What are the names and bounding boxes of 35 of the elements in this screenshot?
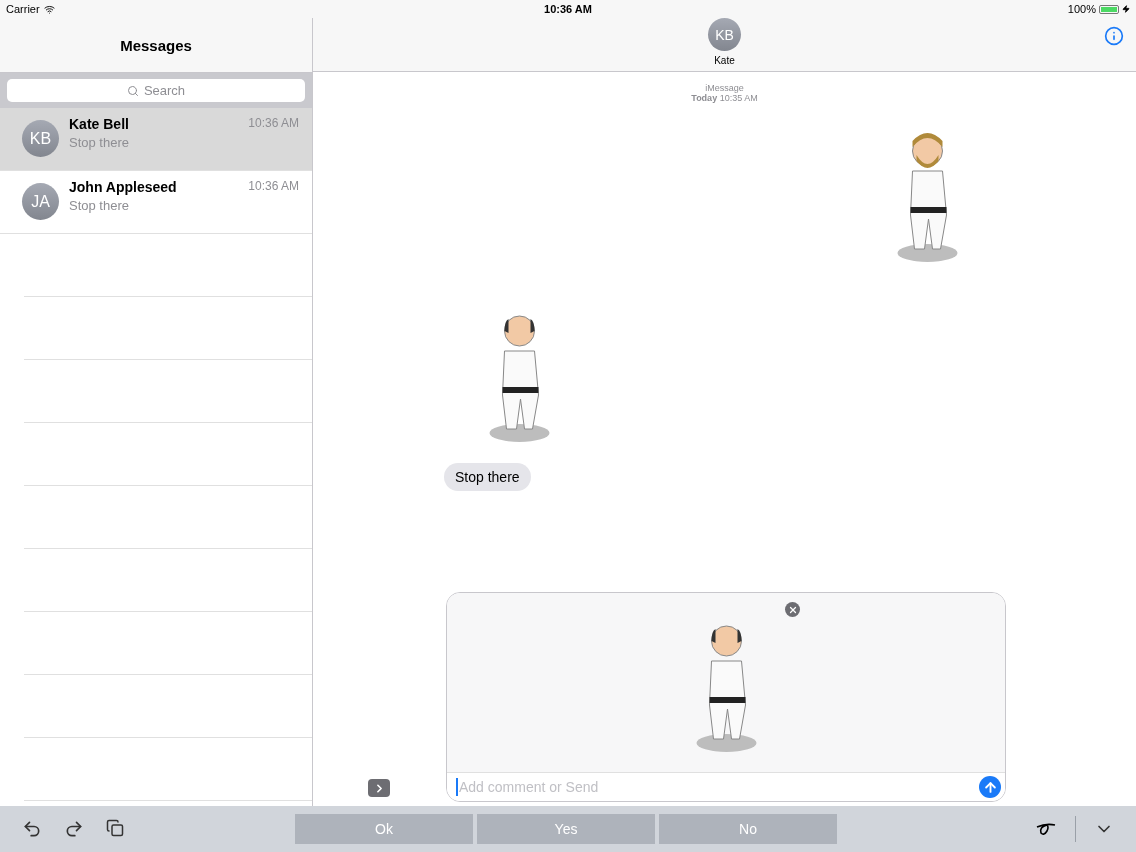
battery-icon xyxy=(1099,4,1119,14)
message-time: 10:36 AM xyxy=(248,179,299,195)
quick-reply-button[interactable]: No xyxy=(659,814,837,844)
info-button[interactable] xyxy=(1104,26,1124,46)
close-icon xyxy=(787,604,798,615)
paste-icon[interactable] xyxy=(106,819,124,839)
sidebar-title: Messages xyxy=(120,36,192,54)
wifi-icon xyxy=(43,3,55,15)
search-icon xyxy=(126,84,139,97)
message-bubble: Stop there xyxy=(444,463,531,491)
search-field[interactable]: Search xyxy=(7,79,305,102)
battery-percent: 100% xyxy=(1067,3,1096,15)
message-preview: Stop there xyxy=(69,135,130,150)
send-button[interactable] xyxy=(979,776,1001,798)
expand-button[interactable] xyxy=(368,779,390,797)
redo-icon[interactable] xyxy=(64,819,84,839)
service-label: iMessage xyxy=(705,83,744,93)
conversation-row[interactable]: KB Kate Bell 10:36 AM Stop there xyxy=(0,108,312,171)
undo-icon[interactable] xyxy=(22,819,42,839)
message-time: 10:36 AM xyxy=(248,116,299,132)
quick-reply-button[interactable]: Yes xyxy=(477,814,655,844)
status-time: 10:36 AM xyxy=(544,3,592,15)
close-button[interactable] xyxy=(785,602,800,617)
contact-avatar: KB xyxy=(22,120,59,157)
message-timestamp: Today 10:35 AM xyxy=(691,93,758,103)
contact-name: Kate xyxy=(714,55,735,66)
contact-avatar: JA xyxy=(22,183,59,220)
carrier-label: Carrier xyxy=(6,3,40,15)
handwriting-icon[interactable] xyxy=(1035,821,1057,837)
contact-avatar[interactable]: KB xyxy=(708,18,741,51)
quick-reply-button[interactable]: Ok xyxy=(295,814,473,844)
message-preview: Stop there xyxy=(69,198,130,213)
contact-name: John Appleseed xyxy=(69,179,177,195)
charging-icon xyxy=(1122,5,1130,13)
contact-name: Kate Bell xyxy=(69,116,129,132)
